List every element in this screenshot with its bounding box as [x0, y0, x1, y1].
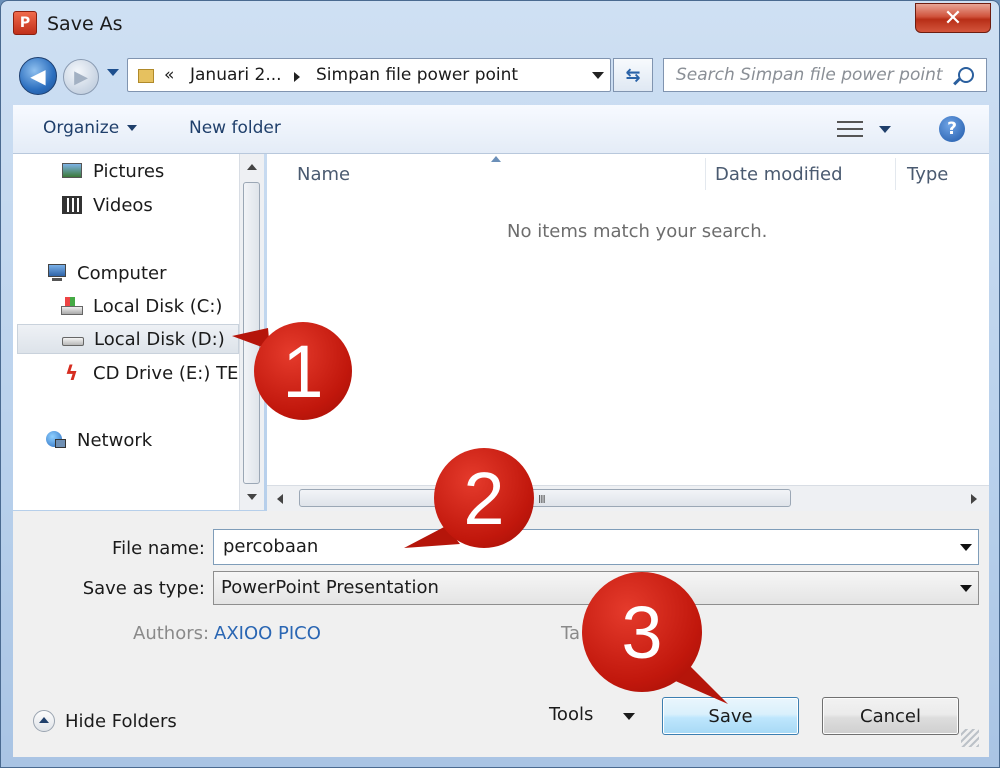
callout-2: 2	[434, 448, 534, 548]
callout-1: 1	[254, 322, 352, 420]
callout-3: 3	[582, 572, 702, 692]
callout-pointers	[232, 328, 728, 704]
